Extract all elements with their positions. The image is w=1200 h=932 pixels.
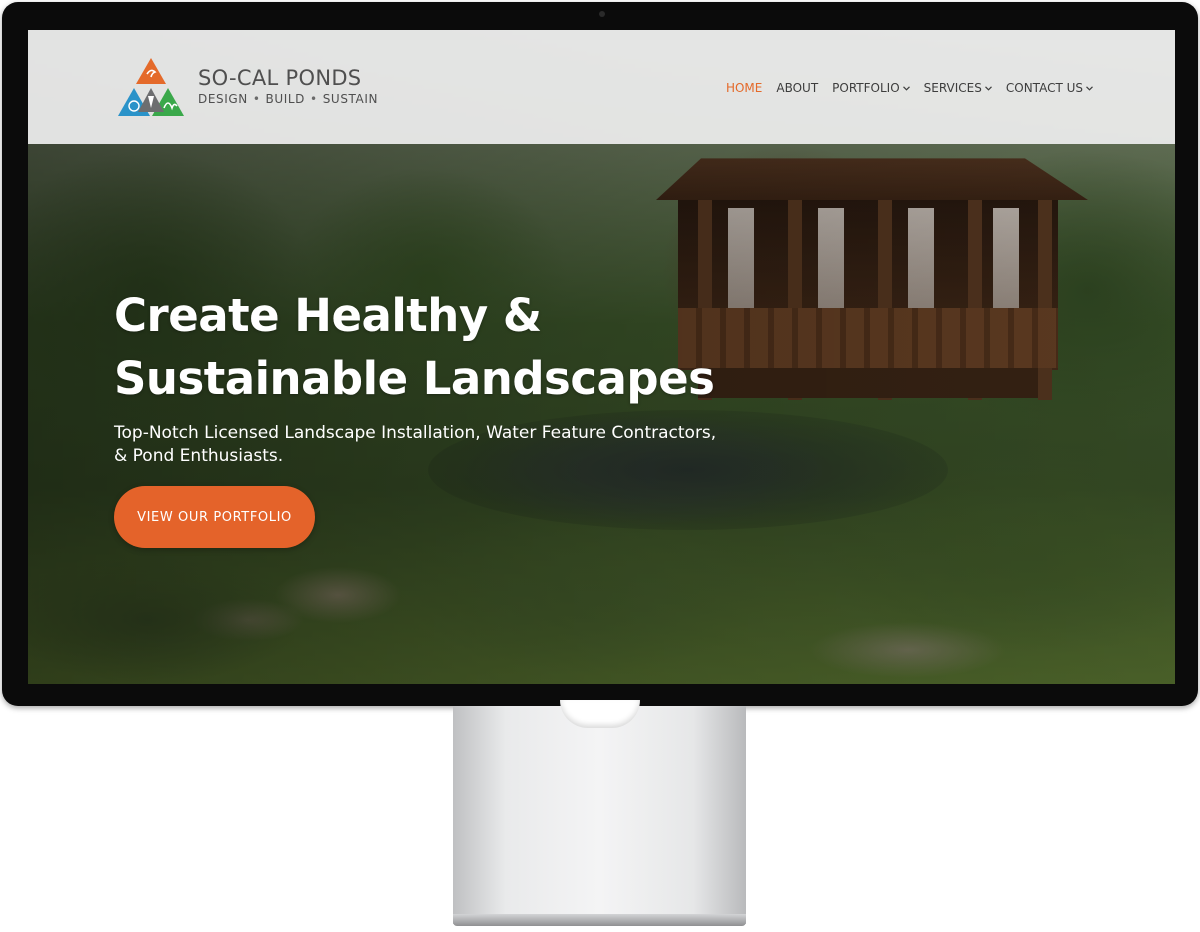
nav-item-services[interactable]: SERVICES xyxy=(924,81,992,95)
hero-heading-line: Sustainable Landscapes xyxy=(114,352,715,405)
tagline-separator: • xyxy=(252,92,261,106)
hero-heading: Create Healthy & Sustainable Landscapes xyxy=(114,284,715,410)
tagline-word: BUILD xyxy=(265,92,306,106)
logo-icon xyxy=(118,58,184,116)
tagline-word: DESIGN xyxy=(198,92,248,106)
nav-item-about[interactable]: ABOUT xyxy=(776,81,818,95)
site-header: SO-CAL PONDS DESIGN • BUILD • SUSTAIN HOME A… xyxy=(28,30,1175,144)
monitor-bezel: SO-CAL PONDS DESIGN • BUILD • SUSTAIN HOME A… xyxy=(2,2,1198,706)
hero-heading-line: Create Healthy & xyxy=(114,289,542,342)
brand-tagline: DESIGN • BUILD • SUSTAIN xyxy=(198,92,378,106)
nav-item-label: ABOUT xyxy=(776,81,819,95)
tagline-word: SUSTAIN xyxy=(322,92,379,106)
view-portfolio-button[interactable]: VIEW OUR PORTFOLIO xyxy=(114,486,315,548)
chevron-down-icon xyxy=(984,85,992,91)
main-nav: HOME ABOUT PORTFOLIO SERVICES CONTACT US xyxy=(726,80,1093,96)
hero-subheading: Top-Notch Licensed Landscape Installatio… xyxy=(114,423,717,466)
tagline-separator: • xyxy=(310,92,318,106)
chevron-down-icon xyxy=(1086,85,1093,91)
nav-item-label: PORTFOLIO xyxy=(832,81,900,95)
nav-item-home[interactable]: HOME xyxy=(726,81,762,95)
nav-item-label: CONTACT US xyxy=(1005,81,1083,95)
monitor-stand xyxy=(453,706,746,924)
nav-item-contact-us[interactable]: CONTACT US xyxy=(1006,81,1093,95)
stand-foot xyxy=(453,914,746,926)
nav-item-label: HOME xyxy=(725,81,763,95)
nav-item-label: SERVICES xyxy=(923,81,982,95)
camera-dot xyxy=(599,11,605,17)
brand-name: SO-CAL PONDS xyxy=(198,66,362,90)
nav-item-portfolio[interactable]: PORTFOLIO xyxy=(832,81,910,95)
browser-viewport: SO-CAL PONDS DESIGN • BUILD • SUSTAIN HOME A… xyxy=(28,30,1175,684)
chevron-down-icon xyxy=(902,85,910,91)
